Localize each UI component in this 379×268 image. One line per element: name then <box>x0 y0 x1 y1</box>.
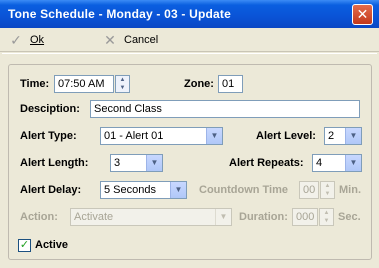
chevron-down-icon[interactable]: ▼ <box>345 128 361 144</box>
spin-down-icon[interactable]: ▼ <box>320 217 333 225</box>
spin-down-icon[interactable]: ▼ <box>321 190 334 198</box>
title-bar[interactable]: Tone Schedule - Monday - 03 - Update ✕ <box>0 0 379 28</box>
alert-length-value: 3 <box>114 157 121 169</box>
action-label: Action: <box>20 211 58 223</box>
alert-type-value: 01 - Alert 01 <box>104 130 164 142</box>
duration-spinner[interactable]: ▲ ▼ <box>319 208 334 226</box>
chevron-down-icon[interactable]: ▼ <box>215 209 231 225</box>
spin-down-icon[interactable]: ▼ <box>116 84 129 92</box>
alert-length-select[interactable]: 3 ▼ <box>110 154 163 172</box>
alert-delay-label: Alert Delay: <box>20 184 82 196</box>
close-button[interactable]: ✕ <box>352 4 373 25</box>
spin-up-icon[interactable]: ▲ <box>116 76 129 84</box>
toolbar: ✓ Ok ✕ Cancel <box>0 28 379 52</box>
chevron-down-icon[interactable]: ▼ <box>345 155 361 171</box>
alert-repeats-select[interactable]: 4 ▼ <box>312 154 362 172</box>
zone-field[interactable]: 01 <box>218 75 243 93</box>
time-field[interactable]: 07:50 AM <box>54 75 114 93</box>
x-icon: ✕ <box>104 31 116 48</box>
checkmark-icon: ✓ <box>19 239 30 251</box>
chevron-down-icon[interactable]: ▼ <box>170 182 186 198</box>
alert-length-label: Alert Length: <box>20 157 89 169</box>
alert-repeats-label: Alert Repeats: <box>229 157 304 169</box>
countdown-unit: Min. <box>339 184 361 196</box>
alert-type-select[interactable]: 01 - Alert 01 ▼ <box>100 127 223 145</box>
action-select[interactable]: Activate ▼ <box>70 208 232 226</box>
action-value: Activate <box>74 211 114 223</box>
alert-delay-value: 5 Seconds <box>104 184 156 196</box>
alert-repeats-value: 4 <box>316 157 323 169</box>
checkmark-icon: ✓ <box>10 31 22 48</box>
cancel-label: Cancel <box>124 34 159 46</box>
time-spinner[interactable]: ▲ ▼ <box>115 75 130 93</box>
countdown-label: Countdown Time <box>199 184 289 196</box>
alert-delay-select[interactable]: 5 Seconds ▼ <box>100 181 187 199</box>
time-label: Time: <box>20 78 50 90</box>
duration-label: Duration: <box>239 211 288 223</box>
alert-level-select[interactable]: 2 ▼ <box>324 127 362 145</box>
tone-schedule-window: Tone Schedule - Monday - 03 - Update ✕ ✓… <box>0 0 379 268</box>
ok-label: Ok <box>30 34 45 46</box>
spin-up-icon[interactable]: ▲ <box>321 182 334 190</box>
description-label: Desciption: <box>20 103 80 115</box>
countdown-field[interactable]: 00 <box>299 181 319 199</box>
countdown-spinner[interactable]: ▲ ▼ <box>320 181 335 199</box>
cancel-button[interactable]: ✕ Cancel <box>102 31 158 49</box>
chevron-down-icon[interactable]: ▼ <box>146 155 162 171</box>
active-label[interactable]: Active <box>35 239 68 251</box>
spin-up-icon[interactable]: ▲ <box>320 209 333 217</box>
active-checkbox[interactable]: ✓ <box>18 239 31 252</box>
description-field[interactable]: Second Class <box>90 100 360 118</box>
alert-level-value: 2 <box>328 130 335 142</box>
ok-button[interactable]: ✓ Ok <box>8 31 44 49</box>
duration-unit: Sec. <box>338 211 361 223</box>
chevron-down-icon[interactable]: ▼ <box>206 128 222 144</box>
window-title: Tone Schedule - Monday - 03 - Update <box>8 7 232 21</box>
duration-field[interactable]: 000 <box>292 208 318 226</box>
alert-level-label: Alert Level: <box>256 130 316 142</box>
zone-label: Zone: <box>184 78 214 90</box>
alert-type-label: Alert Type: <box>20 130 77 142</box>
form-panel: Time: 07:50 AM ▲ ▼ Zone: 01 Desciption: … <box>2 53 377 266</box>
